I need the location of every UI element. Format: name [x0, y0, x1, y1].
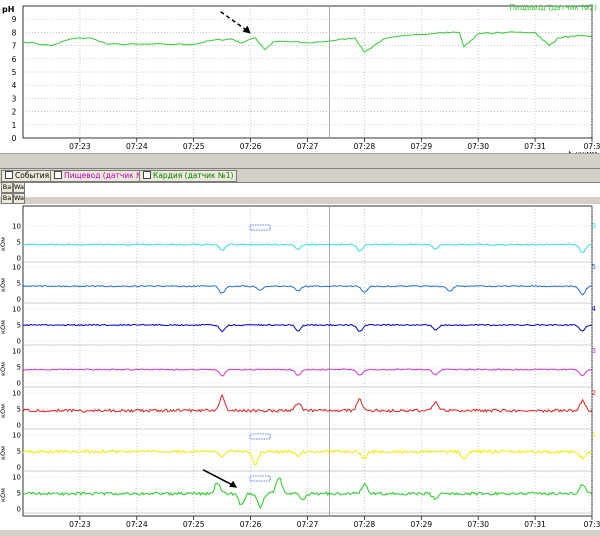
ph-y-tick-label: 7 [12, 42, 17, 51]
impedance-x-tick-label: 07:25 [183, 520, 205, 529]
impedance-y-axis-label: кОм [0, 362, 7, 376]
scroll-track-lower[interactable] [0, 530, 600, 536]
impedance-y-tick-label: 5 [17, 280, 21, 288]
impedance-x-tick-label: 07:27 [297, 520, 319, 529]
impedance-y-tick-label: 10 [12, 306, 21, 314]
channel-number-label: 5 [592, 263, 596, 271]
impedance-y-tick-label: 0 [17, 464, 21, 472]
impedance-y-axis-label: кОм [0, 446, 7, 460]
impedance-x-tick-label: 07:23 [69, 520, 91, 529]
width-button[interactable]: Wa [13, 182, 25, 193]
impedance-y-axis-label: кОм [0, 278, 7, 292]
impedance-y-tick-label: 5 [17, 448, 21, 456]
impedance-y-tick-label: 10 [12, 432, 21, 440]
ph-y-tick-label: 9 [12, 15, 17, 24]
channel-tab-bar: События Пищевод (датчик №3) Кардия (датч… [0, 168, 600, 183]
event-marker-box [249, 475, 271, 482]
impedance-y-tick-label: 5 [17, 322, 21, 330]
impedance-y-axis-label: кОм [0, 237, 7, 251]
checkbox-icon[interactable] [5, 171, 13, 179]
impedance-y-tick-label: 10 [12, 390, 21, 398]
tab-label: События [15, 171, 50, 180]
impedance-y-tick-label: 5 [17, 490, 21, 498]
impedance-y-axis-label: кОм [0, 404, 7, 418]
impedance-y-tick-label: 0 [17, 380, 21, 388]
checkbox-icon[interactable] [143, 171, 151, 179]
channel-number-label: 6 [592, 222, 597, 230]
lower-toolbar-strip [0, 197, 600, 204]
ph-y-tick-label: 6 [12, 55, 17, 64]
impedance-y-tick-label: 0 [17, 296, 21, 304]
checkbox-icon[interactable] [54, 171, 62, 179]
ph-y-tick-label: 3 [12, 94, 17, 103]
impedance-x-tick-label: 07:26 [240, 520, 262, 529]
impedance-x-tick-label: 07:31 [524, 520, 546, 529]
impedance-y-tick-label: 10 [12, 474, 21, 482]
impedance-y-tick-label: 5 [17, 239, 21, 247]
ph-x-tick-label: 07:28 [354, 142, 376, 151]
ph-x-tick-label: 07:30 [467, 142, 489, 151]
impedance-x-tick-label: 07:24 [126, 520, 148, 529]
impedance-y-tick-label: 0 [17, 506, 21, 514]
ph-x-tick-label: 07:29 [410, 142, 432, 151]
impedance-y-tick-label: 5 [17, 406, 21, 414]
scale-button[interactable]: Ba [1, 182, 13, 193]
ph-x-tick-label: 07:23 [69, 142, 91, 151]
ph-chart-and-impedance-chart: 0 1 2 3 4 5 6 7 8 9pH 07:23 07:24 07:25 07:26 07:27 07:… [0, 3, 600, 529]
tab-label: Кардия (датчик №1) [153, 171, 234, 180]
ph-x-tick-label: 07:24 [126, 142, 148, 151]
impedance-x-tick-label: 07:28 [354, 520, 376, 529]
impedance-y-tick-label: 10 [12, 348, 21, 356]
channel-number-label: 4 [592, 305, 597, 313]
tab-events[interactable]: События [1, 170, 54, 182]
ph-y-tick-label: 1 [12, 121, 17, 130]
ph-x-tick-label: 07:26 [240, 142, 262, 151]
ph-y-tick-label: 2 [12, 108, 17, 117]
ph-x-tick-label: 07:31 [524, 142, 546, 151]
impedance-x-tick-label: 07:30 [467, 520, 489, 529]
impedance-y-axis-label: кОм [0, 488, 7, 502]
impedance-y-axis-label: кОм [0, 320, 7, 334]
width-button[interactable]: Wa [13, 193, 25, 204]
channel-number-label: 3 [592, 347, 596, 355]
scale-button[interactable]: Ba [1, 193, 13, 204]
impedance-plot-area [22, 205, 593, 517]
event-marker-box [249, 224, 271, 231]
ph-y-tick-label: 0 [12, 134, 17, 143]
impedance-y-tick-label: 0 [17, 422, 21, 430]
impedance-y-tick-label: 10 [12, 264, 21, 272]
scroll-track-upper[interactable] [0, 153, 600, 168]
impedance-x-tick-label: 07:3 [584, 520, 600, 529]
ph-legend-label: Пищевод (датчик №2) [509, 3, 597, 12]
impedance-y-tick-label: 5 [17, 364, 21, 372]
impedance-x-tick-label: 07:29 [410, 520, 432, 529]
ph-y-tick-label: 5 [12, 68, 17, 77]
ph-x-tick-label: 07:27 [297, 142, 319, 151]
tab-cardia[interactable]: Кардия (датчик №1) [139, 170, 238, 182]
impedance-y-tick-label: 10 [12, 223, 21, 231]
impedance-y-tick-label: 0 [17, 255, 21, 263]
ph-y-tick-label: 4 [12, 81, 17, 90]
ph-y-axis-label: pH [2, 5, 14, 14]
ph-x-tick-label: 07:25 [183, 142, 205, 151]
impedance-y-tick-label: 0 [17, 338, 21, 346]
channel-number-label: 2 [592, 389, 596, 397]
event-marker-box [249, 433, 271, 440]
channel-number-label: 1 [592, 431, 596, 439]
ph-y-tick-label: 8 [12, 28, 17, 37]
